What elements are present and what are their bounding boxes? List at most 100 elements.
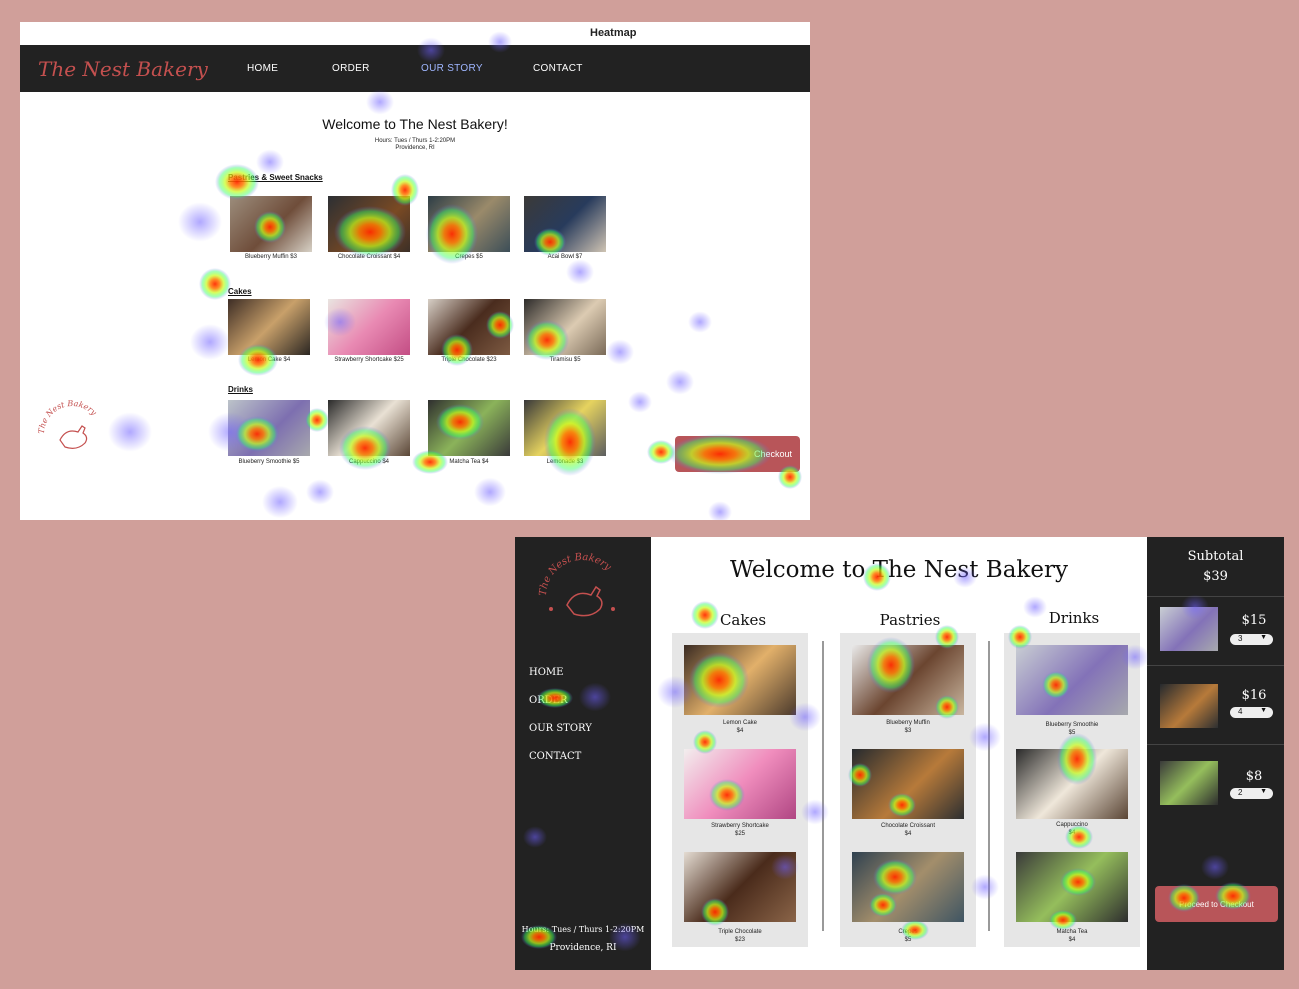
- product-name: Matcha Tea: [1056, 929, 1088, 935]
- heat-spot-cool: [190, 324, 230, 360]
- window-titlebar: Heatmap: [20, 22, 810, 45]
- product-name: Crepes: [898, 929, 918, 935]
- product-image[interactable]: [428, 196, 510, 252]
- heat-spot-cool: [688, 311, 712, 333]
- section-title-drinks: Drinks: [228, 385, 253, 394]
- product-price: $4: [1068, 937, 1076, 943]
- product-image[interactable]: [852, 749, 964, 819]
- nav-our-story[interactable]: OUR STORY: [529, 723, 592, 734]
- product-caption: Acai Bowl $7: [547, 254, 583, 260]
- product-image[interactable]: [852, 852, 964, 922]
- nav-contact[interactable]: CONTACT: [529, 751, 581, 762]
- product-image[interactable]: [1016, 852, 1128, 922]
- quantity-value: 4: [1238, 707, 1243, 716]
- heat-spot: [215, 164, 259, 200]
- proceed-to-checkout-button[interactable]: Proceed to Checkout: [1155, 886, 1278, 922]
- cart-item-price: $15: [1241, 613, 1267, 628]
- svg-text:The Nest Bakery: The Nest Bakery: [538, 552, 613, 596]
- heat-spot-cool: [108, 412, 152, 452]
- stamp-text: The Nest Bakery: [538, 552, 613, 596]
- product-image[interactable]: [328, 400, 410, 456]
- quantity-select[interactable]: 2 ▼: [1230, 788, 1273, 799]
- product-caption: Crepes $5: [455, 254, 483, 260]
- product-image[interactable]: [1016, 749, 1128, 819]
- nav-order[interactable]: ORDER: [529, 695, 568, 706]
- subtotal-value: $39: [1203, 569, 1228, 584]
- product-image[interactable]: [684, 852, 796, 922]
- svg-text:The Nest Bakery: The Nest Bakery: [37, 399, 99, 434]
- hours-text: Hours: Tues / Thurs 1-2:20PM: [521, 925, 645, 934]
- section-title-cakes: Cakes: [228, 287, 252, 296]
- product-price: $25: [734, 831, 745, 837]
- heat-spot-cool: [666, 369, 694, 395]
- chevron-down-icon: ▼: [1260, 634, 1267, 641]
- product-image[interactable]: [230, 196, 312, 252]
- heat-spot-cool: [366, 89, 394, 115]
- cart-item: $8 2 ▼: [1147, 744, 1284, 823]
- quantity-select[interactable]: 3 ▼: [1230, 634, 1273, 645]
- column-divider: [822, 641, 824, 931]
- product-price: $4: [904, 831, 912, 837]
- cart-item-thumbnail: [1160, 761, 1218, 805]
- section-title-pastries: Pastries & Sweet Snacks: [228, 173, 323, 182]
- product-image[interactable]: [228, 299, 310, 355]
- page-title: Welcome to The Nest Bakery: [730, 557, 1068, 583]
- product-image[interactable]: [428, 299, 510, 355]
- product-image[interactable]: [852, 645, 964, 715]
- cart-item: $16 4 ▼: [1147, 665, 1284, 744]
- quantity-select[interactable]: 4 ▼: [1230, 707, 1273, 718]
- brand-logo[interactable]: The Nest Bakery: [38, 57, 208, 81]
- nav-our-story[interactable]: OUR STORY: [421, 63, 483, 74]
- column-title-drinks: Drinks: [1048, 609, 1100, 627]
- product-image[interactable]: [684, 645, 796, 715]
- heat-spot-cool: [306, 479, 334, 505]
- checkout-button[interactable]: Checkout: [675, 436, 800, 472]
- checkout-label: Checkout: [753, 449, 792, 459]
- nav-order[interactable]: ORDER: [332, 63, 370, 74]
- product-caption: Blueberry Muffin $3: [245, 254, 297, 260]
- quantity-value: 2: [1238, 788, 1243, 797]
- heatmap-screenshot-original: Heatmap The Nest Bakery HOME ORDER OUR S…: [20, 22, 810, 520]
- product-image[interactable]: [328, 196, 410, 252]
- product-image[interactable]: [524, 196, 606, 252]
- sidebar: The Nest Bakery HOME ORDER OUR STORY CON…: [515, 537, 651, 970]
- product-image[interactable]: [524, 299, 606, 355]
- heat-spot-cool: [262, 485, 298, 519]
- product-image[interactable]: [228, 400, 310, 456]
- product-caption: Triple Chocolate $23: [441, 357, 497, 363]
- heatmap-screenshot-redesign: The Nest Bakery HOME ORDER OUR STORY CON…: [515, 537, 1284, 970]
- column-drinks: Blueberry Smoothie $5 Cappuccino $4 Matc…: [1004, 633, 1140, 947]
- location-text: Providence, RI: [549, 943, 617, 953]
- cart-item: $15 3 ▼: [1147, 596, 1284, 675]
- column-cakes: Lemon Cake $4 Strawberry Shortcake $25 T…: [672, 633, 808, 947]
- product-price: $5: [1068, 730, 1076, 736]
- product-image[interactable]: [524, 400, 606, 456]
- column-title-cakes: Cakes: [719, 611, 767, 629]
- proceed-label: Proceed to Checkout: [1179, 900, 1254, 909]
- product-price: $5: [904, 937, 912, 943]
- product-name: Triple Chocolate: [718, 929, 762, 935]
- hours-info: Hours: Tues / Thurs 1-2:20PM Providence,…: [20, 138, 810, 152]
- heat-spot: [199, 268, 231, 300]
- product-name: Lemon Cake: [722, 720, 758, 726]
- product-name: Blueberry Muffin: [886, 720, 930, 726]
- product-image[interactable]: [1016, 645, 1128, 715]
- product-price: $23: [734, 937, 745, 943]
- product-image[interactable]: [684, 749, 796, 819]
- nav-home[interactable]: HOME: [247, 63, 278, 74]
- nav-contact[interactable]: CONTACT: [533, 63, 583, 74]
- product-price: $3: [904, 728, 912, 734]
- cart-item-price: $16: [1241, 688, 1267, 703]
- product-name: Strawberry Shortcake: [711, 823, 769, 829]
- product-caption: Cappuccino $4: [348, 459, 390, 465]
- bakery-stamp-logo: The Nest Bakery: [37, 399, 99, 449]
- column-title-pastries: Pastries: [879, 611, 941, 629]
- cart-item-thumbnail: [1160, 684, 1218, 728]
- column-divider: [988, 641, 990, 931]
- product-caption: Blueberry Smoothie $5: [238, 459, 300, 465]
- product-image[interactable]: [428, 400, 510, 456]
- product-image[interactable]: [328, 299, 410, 355]
- heat-spot-cool: [708, 501, 732, 520]
- nav-home[interactable]: HOME: [529, 667, 563, 678]
- heat-spot-cool: [628, 391, 652, 413]
